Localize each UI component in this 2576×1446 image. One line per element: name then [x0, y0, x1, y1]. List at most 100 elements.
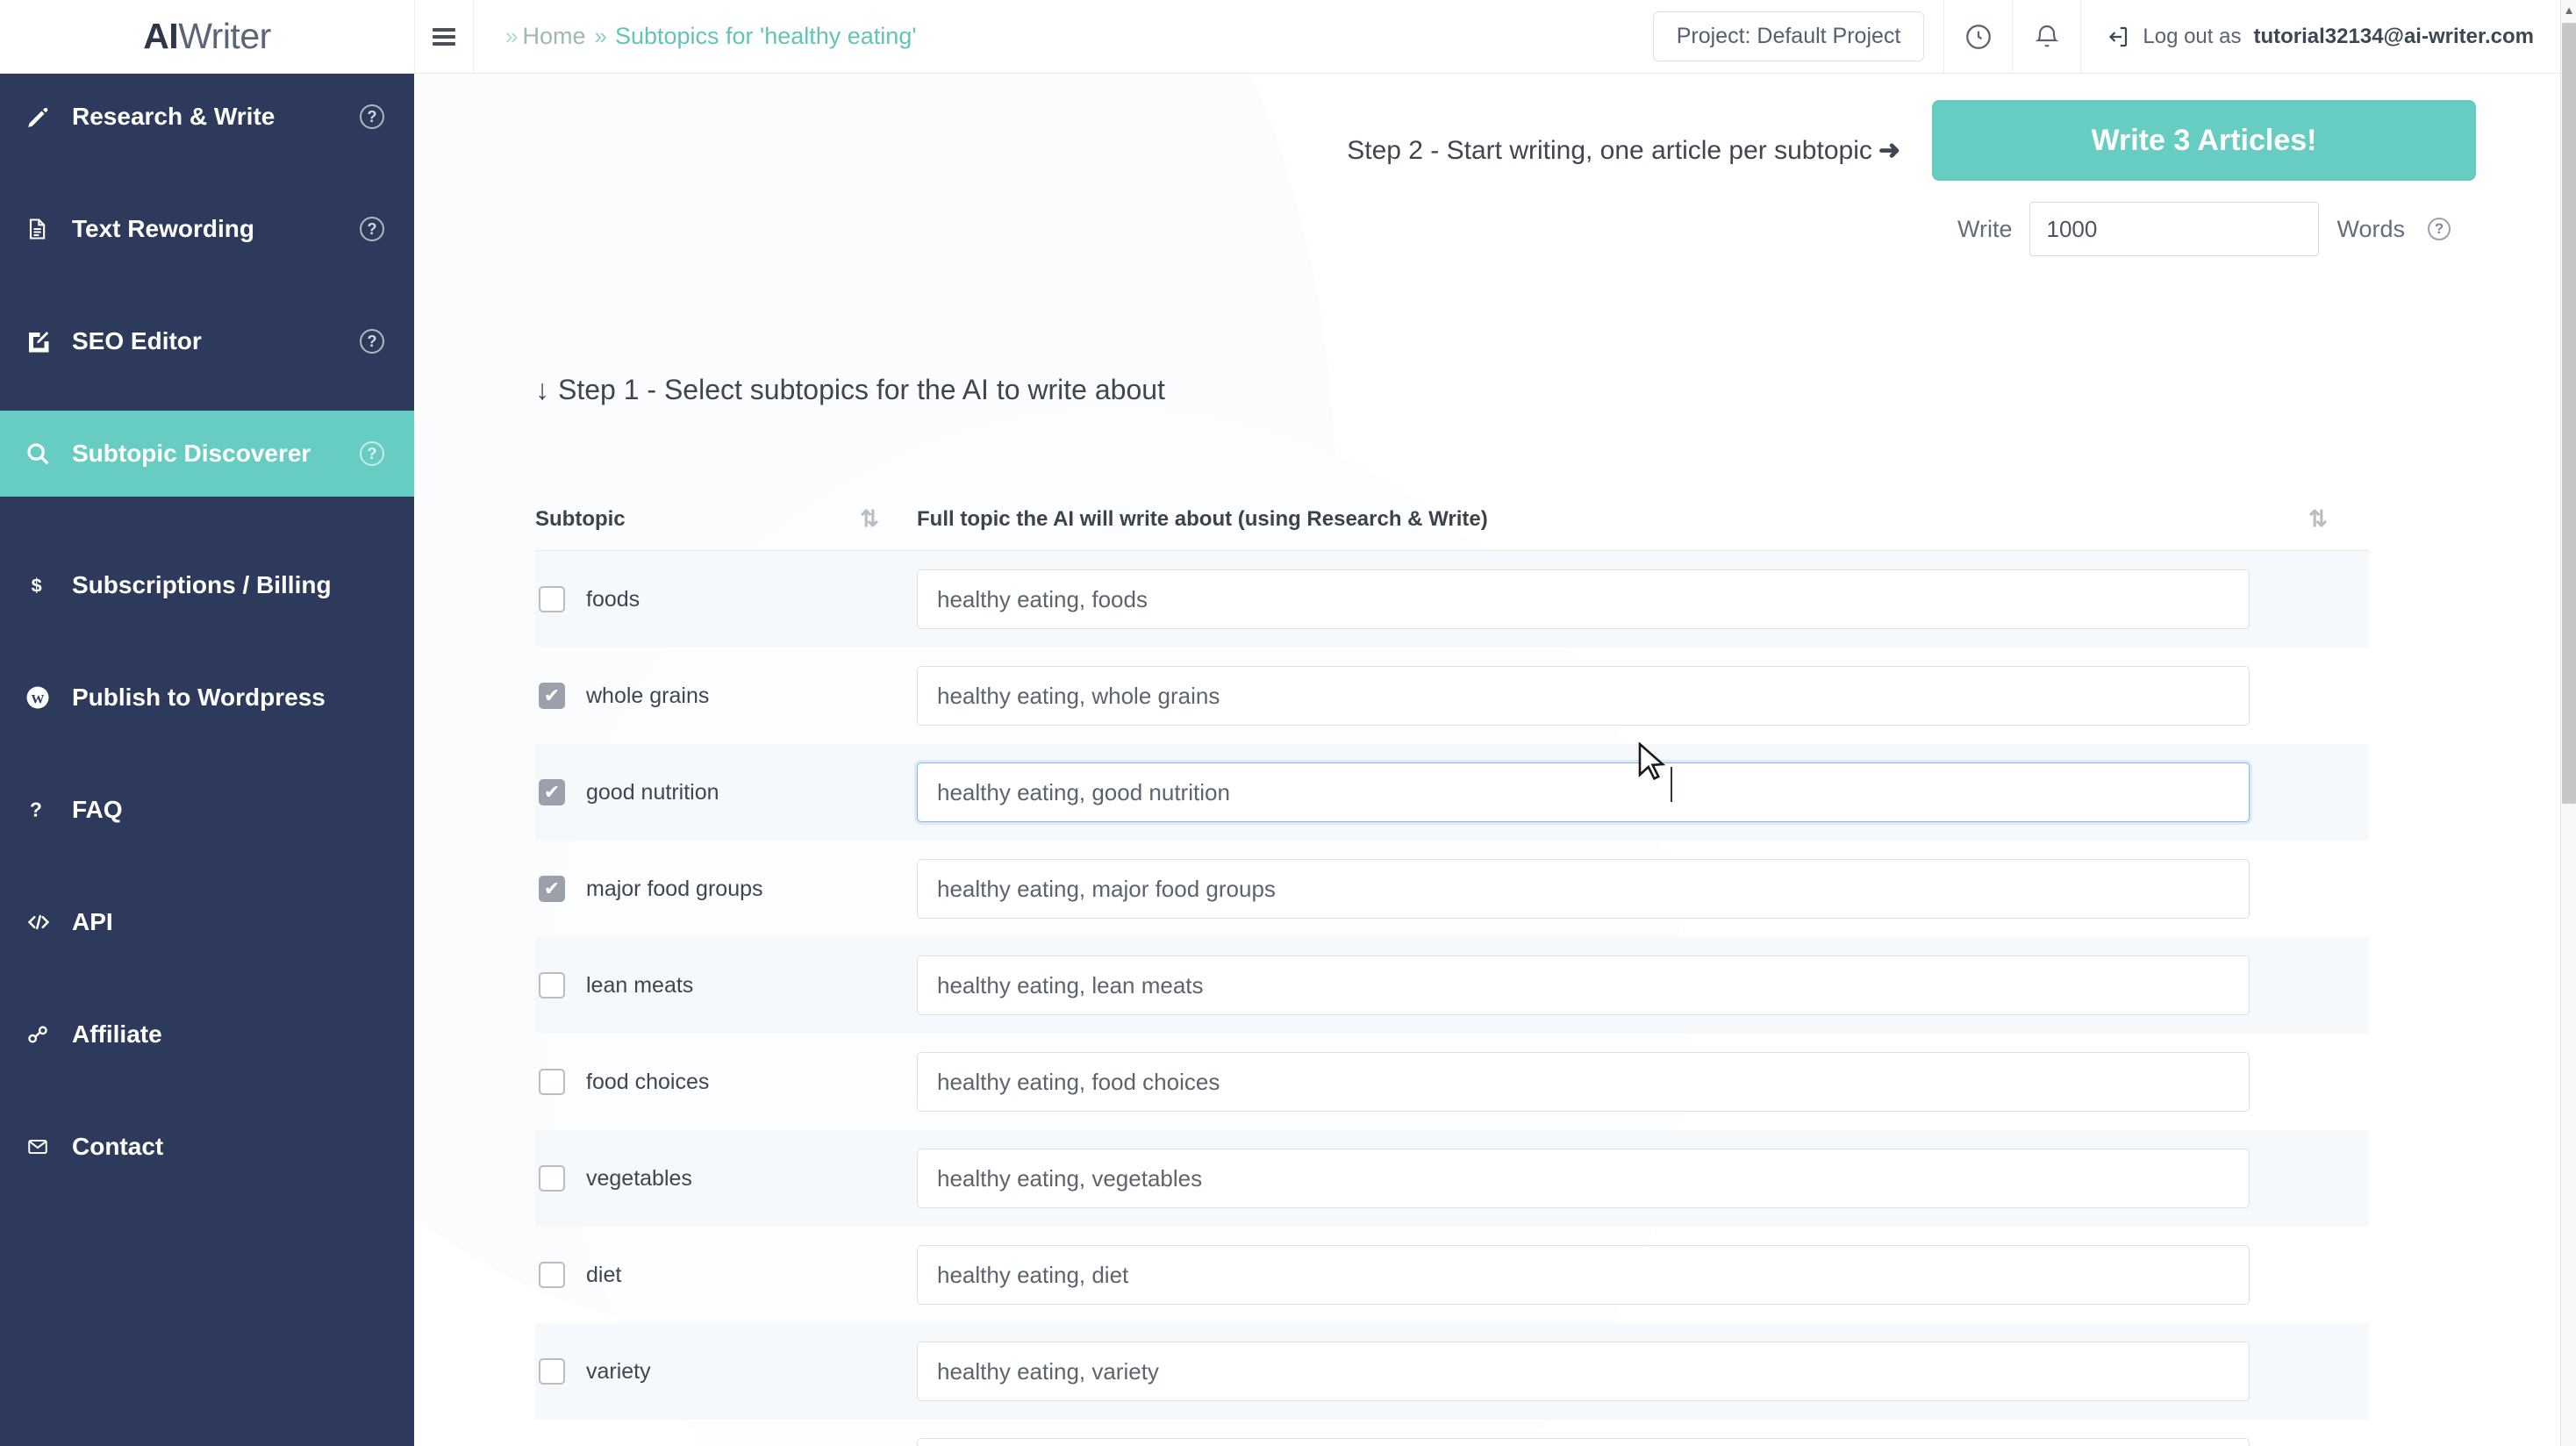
sidebar-item-text-rewording[interactable]: Text Rewording ? — [0, 186, 414, 272]
sidebar-item-publish-to-wordpress[interactable]: W Publish to Wordpress — [0, 655, 414, 741]
help-icon[interactable]: ? — [360, 329, 384, 354]
link-icon — [25, 1022, 65, 1047]
project-selector-button[interactable]: Project: Default Project — [1652, 11, 1925, 61]
breadcrumb-home-link[interactable]: Home — [522, 23, 585, 50]
full-topic-input[interactable] — [917, 666, 2250, 726]
subtopic-cell: whole grains — [535, 683, 820, 709]
full-topic-input[interactable] — [917, 1052, 2250, 1112]
table-row: diet — [535, 1227, 2369, 1323]
table-row: fruits — [535, 1420, 2369, 1446]
sort-full-topic-button[interactable]: ⇅ — [2265, 505, 2369, 533]
sidebar-item-contact[interactable]: Contact — [0, 1104, 414, 1190]
table-row: whole grains — [535, 648, 2369, 744]
sort-icon: ⇅ — [860, 505, 879, 532]
full-topic-input[interactable] — [917, 1438, 2250, 1446]
help-icon[interactable]: ? — [360, 217, 384, 241]
arrow-right-icon: ➜ — [1878, 136, 1900, 165]
subtopic-cell: diet — [535, 1262, 820, 1288]
table-row: variety — [535, 1323, 2369, 1420]
sidebar-item-label: Text Rewording — [72, 215, 254, 242]
help-icon[interactable]: ? — [360, 441, 384, 466]
sidebar-item-api[interactable]: API — [0, 879, 414, 965]
clock-help-icon — [1965, 24, 1991, 49]
sidebar-item-label: FAQ — [72, 796, 123, 823]
full-topic-cell — [917, 1438, 2265, 1446]
help-button[interactable] — [1943, 0, 2012, 73]
top-bar: AI Writer » Home » Subtopics for 'healthy… — [0, 0, 2560, 74]
svg-text:$: $ — [32, 575, 42, 597]
full-topic-cell — [917, 1342, 2265, 1401]
subtopic-label: vegetables — [586, 1165, 692, 1191]
table-row: food choices — [535, 1034, 2369, 1130]
subtopic-label: variety — [586, 1358, 651, 1384]
notifications-button[interactable] — [2012, 0, 2080, 73]
subtopic-table: Subtopic ⇅ Full topic the AI will write … — [535, 488, 2369, 1446]
subtopic-checkbox[interactable] — [539, 1069, 565, 1095]
full-topic-input[interactable] — [917, 1342, 2250, 1401]
subtopic-checkbox[interactable] — [539, 1262, 565, 1288]
subtopic-checkbox[interactable] — [539, 876, 565, 902]
full-topic-cell — [917, 1052, 2265, 1112]
full-topic-input[interactable] — [917, 569, 2250, 629]
app-logo[interactable]: AI Writer — [0, 0, 414, 73]
full-topic-cell — [917, 859, 2265, 919]
edit-square-icon — [25, 328, 65, 354]
subtopic-checkbox[interactable] — [539, 683, 565, 709]
table-body: foods whole grains good nutrition major foo… — [535, 551, 2369, 1446]
full-topic-cell — [917, 666, 2265, 726]
subtopic-checkbox[interactable] — [539, 779, 565, 805]
info-icon[interactable]: ? — [2428, 218, 2451, 240]
write-controls: Write 3 Articles! Write Words ? — [1932, 100, 2476, 256]
subtopic-cell: foods — [535, 586, 820, 612]
word-count-input[interactable] — [2029, 202, 2320, 256]
step2-section: Step 2 - Start writing, one article per … — [1347, 100, 2476, 256]
breadcrumb-current: Subtopics for 'healthy eating' — [614, 23, 917, 49]
sidebar-item-label: Subscriptions / Billing — [72, 571, 332, 598]
write-articles-button[interactable]: Write 3 Articles! — [1932, 100, 2476, 181]
arrow-down-icon: ↓ — [535, 374, 549, 405]
full-topic-input[interactable] — [917, 762, 2250, 822]
word-count-row: Write Words ? — [1957, 202, 2451, 256]
sidebar-item-label: Affiliate — [72, 1020, 162, 1048]
table-header-row: Subtopic ⇅ Full topic the AI will write … — [535, 488, 2369, 551]
bell-icon — [2035, 25, 2059, 47]
subtopic-checkbox[interactable] — [539, 1165, 565, 1192]
sidebar-item-seo-editor[interactable]: SEO Editor ? — [0, 298, 414, 384]
full-topic-input[interactable] — [917, 1245, 2250, 1305]
text-caret — [1671, 767, 1672, 802]
subtopic-label: lean meats — [586, 972, 694, 998]
sidebar-item-affiliate[interactable]: Affiliate — [0, 991, 414, 1077]
table-row: major food groups — [535, 841, 2369, 937]
page-scrollbar[interactable]: ▲ — [2560, 0, 2576, 1446]
sort-subtopic-button[interactable]: ⇅ — [820, 505, 917, 533]
full-topic-input[interactable] — [917, 1149, 2250, 1208]
logout-button[interactable]: Log out as tutorial32134@ai-writer.com — [2080, 0, 2560, 73]
subtopic-checkbox[interactable] — [539, 1358, 565, 1385]
sidebar-item-research-write[interactable]: Research & Write ? — [0, 74, 414, 160]
subtopic-checkbox[interactable] — [539, 586, 565, 612]
sidebar-item-subscriptions-billing[interactable]: $ Subscriptions / Billing — [0, 542, 414, 628]
step1-heading: ↓ Step 1 - Select subtopics for the AI to… — [535, 374, 1165, 406]
wordpress-icon: W — [25, 684, 65, 711]
column-header-full-topic[interactable]: Full topic the AI will write about (usin… — [917, 507, 2265, 532]
column-header-subtopic[interactable]: Subtopic — [535, 507, 820, 532]
full-topic-cell — [917, 956, 2265, 1015]
scroll-up-arrow-icon[interactable]: ▲ — [2561, 2, 2576, 18]
help-icon[interactable]: ? — [360, 104, 384, 129]
full-topic-cell — [917, 762, 2265, 822]
scrollbar-thumb[interactable] — [2562, 23, 2576, 804]
sidebar-item-faq[interactable]: ? FAQ — [0, 767, 414, 853]
table-row: lean meats — [535, 937, 2369, 1034]
full-topic-input[interactable] — [917, 956, 2250, 1015]
menu-toggle-button[interactable] — [414, 0, 474, 73]
subtopic-checkbox[interactable] — [539, 972, 565, 999]
sidebar-item-subtopic-discoverer[interactable]: Subtopic Discoverer ? — [0, 411, 414, 497]
search-icon — [25, 440, 65, 467]
full-topic-input[interactable] — [917, 859, 2250, 919]
sidebar-item-label: Contact — [72, 1133, 164, 1160]
